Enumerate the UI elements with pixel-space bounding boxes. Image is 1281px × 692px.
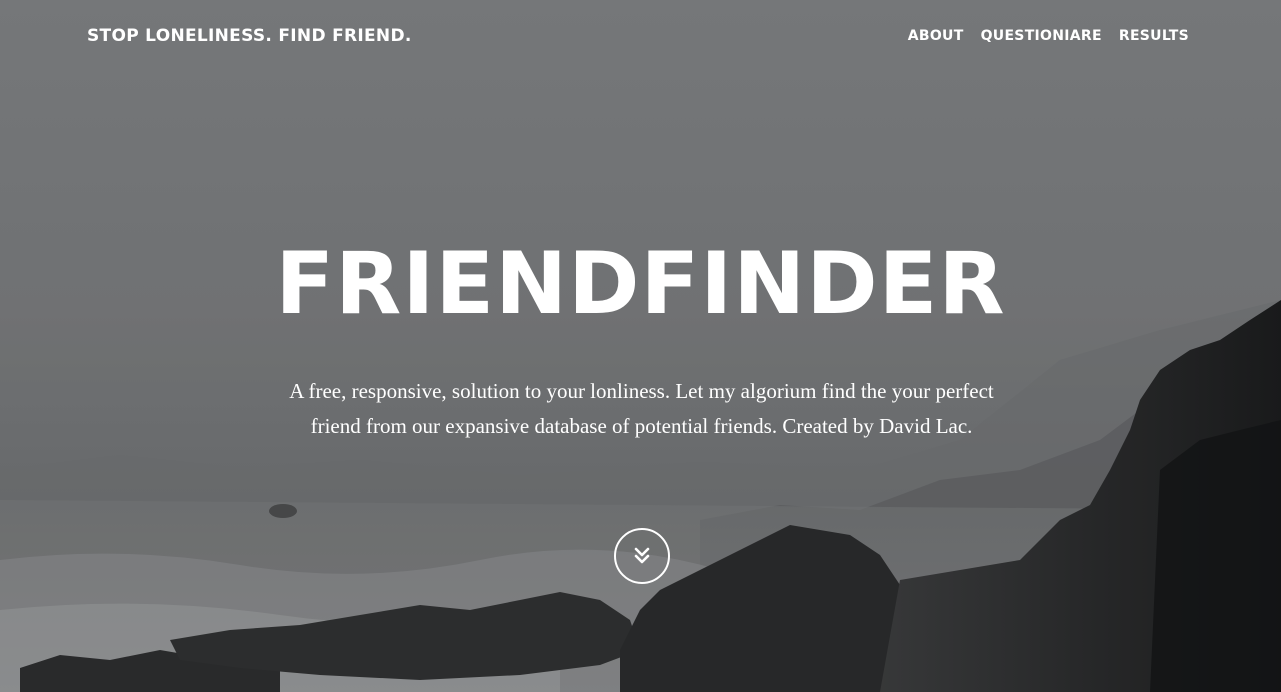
brand-link[interactable]: STOP LONELINESS. FIND FRIEND. [87,26,412,46]
scroll-down-button[interactable] [614,528,670,584]
nav-link-about[interactable]: ABOUT [908,28,964,44]
hero-description: A free, responsive, solution to your lon… [289,379,994,438]
page: STOP LONELINESS. FIND FRIEND. ABOUT QUES… [0,0,1281,692]
nav-link-questioniare[interactable]: QUESTIONIARE [981,28,1102,44]
hero-title: FRIENDFINDER [275,234,1006,334]
background-image [0,0,1281,692]
chevron-double-down-icon [634,547,650,564]
navbar: STOP LONELINESS. FIND FRIEND. ABOUT QUES… [0,0,1281,72]
nav-link-results[interactable]: RESULTS [1119,28,1189,44]
nav-links: ABOUT QUESTIONIARE RESULTS [908,28,1189,44]
